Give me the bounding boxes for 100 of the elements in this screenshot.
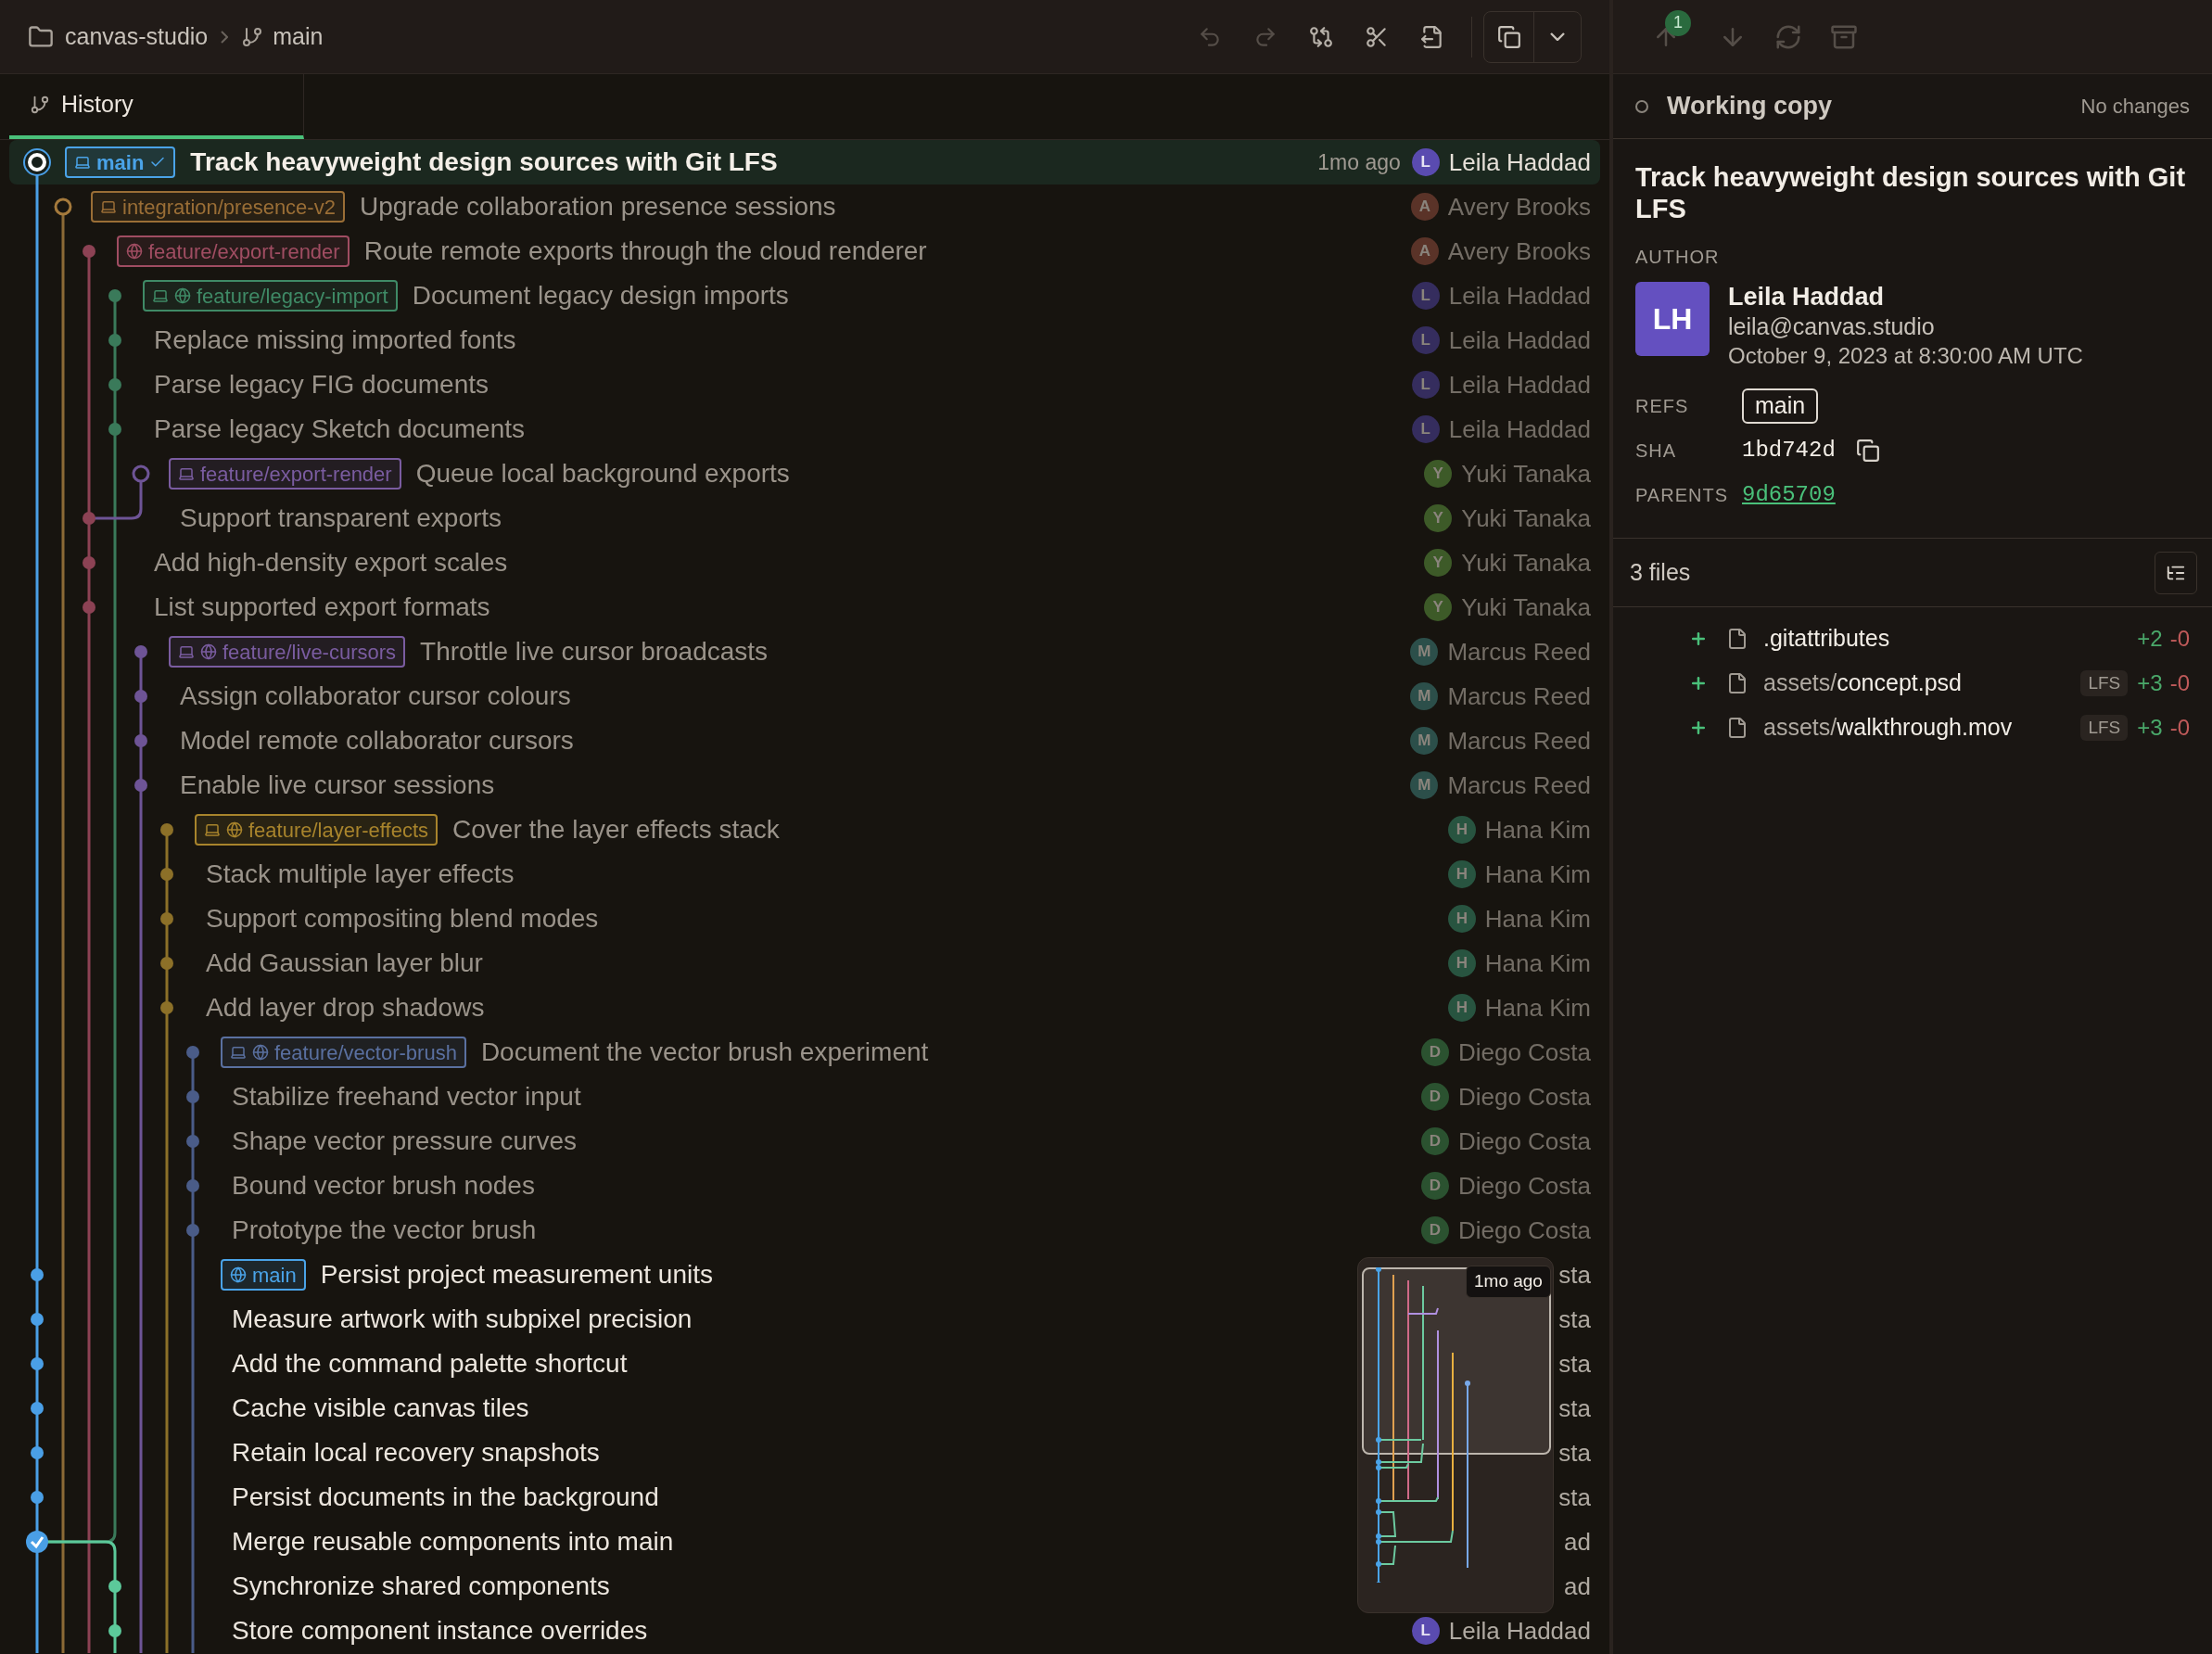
- working-copy-row[interactable]: Working copy No changes: [1613, 74, 2212, 139]
- author-avatar: M: [1410, 771, 1439, 799]
- author-avatar: H: [1447, 816, 1476, 844]
- push-button[interactable]: 1: [1652, 9, 1691, 51]
- author-avatar: LH: [1635, 282, 1710, 356]
- author-avatar: M: [1410, 682, 1439, 710]
- selected-row[interactable]: main Track heavyweight design sources with Git LFS 1mo ago L Leila Haddad: [9, 140, 1600, 184]
- branch-icon: [30, 95, 50, 115]
- commit-message: Parse legacy FIG documents: [154, 369, 489, 401]
- author-name: Diego Costa: [1457, 1081, 1591, 1113]
- branch-label[interactable]: feature/legacy-import: [143, 280, 398, 312]
- commit-message: Upgrade collaboration presence sessions: [359, 191, 836, 223]
- commit-message: Measure artwork with subpixel precision: [232, 1304, 693, 1335]
- commit-message: Shape vector pressure curves: [232, 1126, 577, 1157]
- author-name: Hana Kim: [1484, 992, 1591, 1024]
- commit-date: October 9, 2023 at 8:30:00 AM UTC: [1728, 342, 2083, 370]
- commit-message: Add layer drop shadows: [206, 992, 485, 1024]
- author-name: Diego Costa: [1457, 1126, 1591, 1157]
- added-icon: [1689, 674, 1708, 693]
- commit-message: Synchronize shared components: [232, 1571, 610, 1602]
- author-name: Hana Kim: [1484, 903, 1591, 935]
- author-name: ad: [1564, 1571, 1591, 1602]
- branch-label[interactable]: integration/presence-v2: [91, 191, 345, 223]
- chevron-down-icon: [1550, 32, 1565, 41]
- author-name: Marcus Reed: [1447, 636, 1591, 668]
- commit-message: Prototype the vector brush: [232, 1215, 537, 1246]
- file-icon: [1726, 672, 1748, 694]
- file-row[interactable]: assets/concept.psd LFS +3 -0: [1613, 661, 2212, 706]
- branch-name[interactable]: main: [273, 19, 324, 55]
- author-avatar: D: [1420, 1038, 1449, 1066]
- status-text: No changes: [2080, 94, 2190, 120]
- chevron-right-icon: [221, 30, 229, 44]
- ref-label[interactable]: main: [1742, 388, 1819, 424]
- author-avatar: D: [1420, 1216, 1449, 1244]
- repository-name[interactable]: canvas-studio: [65, 19, 209, 55]
- author-avatar: Y: [1424, 549, 1453, 577]
- commit-message: Assign collaborator cursor colours: [180, 681, 571, 712]
- author-name: Hana Kim: [1484, 859, 1591, 890]
- laptop-icon: [100, 198, 117, 215]
- author-avatar: L: [1411, 1617, 1440, 1645]
- branch-label[interactable]: feature/layer-effects: [195, 814, 439, 846]
- file-icon: [1726, 628, 1748, 650]
- minimap[interactable]: 1mo ago: [1357, 1257, 1554, 1613]
- lfs-tag: LFS: [2080, 714, 2129, 742]
- commit-message: Enable live cursor sessions: [180, 770, 495, 801]
- globe-icon: [226, 821, 243, 838]
- file-name: assets/walkthrough.mov: [1763, 713, 2013, 743]
- field-label: PARENTS: [1635, 484, 1729, 507]
- parent-sha-link[interactable]: 9d65709: [1742, 478, 1836, 512]
- author-name: sta: [1558, 1393, 1591, 1424]
- branch-label[interactable]: main: [221, 1259, 306, 1291]
- laptop-icon: [178, 643, 195, 660]
- additions-count: +3: [2137, 669, 2163, 697]
- author-avatar: L: [1411, 148, 1440, 176]
- deletions-count: -0: [2169, 625, 2190, 653]
- author-name: Leila Haddad: [1448, 280, 1591, 312]
- author-avatar: M: [1410, 727, 1439, 755]
- compare-arrows-icon: [1309, 24, 1333, 49]
- added-icon: [1689, 630, 1708, 648]
- author-avatar: H: [1447, 905, 1476, 933]
- author-avatar: Y: [1424, 593, 1453, 621]
- author-name: Avery Brooks: [1447, 235, 1591, 267]
- commit-message: Support compositing blend modes: [206, 903, 599, 935]
- copy-icon[interactable]: [1855, 439, 1880, 463]
- commit-message: Track heavyweight design sources with Git LFS: [190, 146, 778, 178]
- globe-icon: [174, 287, 191, 304]
- time-tooltip: 1mo ago: [1466, 1266, 1551, 1298]
- author-avatar: L: [1411, 371, 1440, 399]
- author-name: Yuki Tanaka: [1461, 503, 1591, 534]
- commit-message: Persist project measurement units: [320, 1259, 713, 1291]
- file-row[interactable]: .gitattributes +2 -0: [1613, 617, 2212, 661]
- commit-message: Queue local background exports: [415, 458, 790, 490]
- author-avatar: M: [1410, 638, 1439, 666]
- author-name: Leila Haddad: [1448, 1615, 1591, 1647]
- commit-message: Model remote collaborator cursors: [180, 725, 574, 757]
- file-name: assets/concept.psd: [1763, 668, 1963, 698]
- author-avatar: A: [1410, 193, 1439, 221]
- author-name: Yuki Tanaka: [1461, 592, 1591, 623]
- added-icon: [1689, 719, 1708, 737]
- branch-label[interactable]: main: [65, 146, 176, 178]
- author-avatar: A: [1410, 237, 1439, 265]
- count-badge: 1: [1665, 9, 1691, 36]
- commit-time: 1mo ago: [1317, 148, 1401, 176]
- file-count: 3 files: [1630, 557, 1691, 587]
- laptop-icon: [204, 821, 221, 838]
- tree-view-button[interactable]: [2155, 551, 2197, 594]
- commit-message: Add Gaussian layer blur: [206, 948, 483, 979]
- author-name: Hana Kim: [1484, 948, 1591, 979]
- author-name: sta: [1558, 1348, 1591, 1380]
- laptop-icon: [178, 465, 195, 482]
- additions-count: +2: [2137, 625, 2163, 653]
- file-row[interactable]: assets/walkthrough.mov LFS +3 -0: [1613, 706, 2212, 750]
- laptop-icon: [152, 287, 169, 304]
- author-name: sta: [1558, 1437, 1591, 1469]
- additions-count: +3: [2137, 714, 2163, 742]
- commit-message: Add high-density export scales: [154, 547, 508, 579]
- minimap-viewport[interactable]: [1362, 1267, 1551, 1455]
- commit-message: Document the vector brush experiment: [480, 1037, 929, 1068]
- author-name: Yuki Tanaka: [1461, 547, 1591, 579]
- commit-sha: 1bd742d: [1742, 437, 1836, 464]
